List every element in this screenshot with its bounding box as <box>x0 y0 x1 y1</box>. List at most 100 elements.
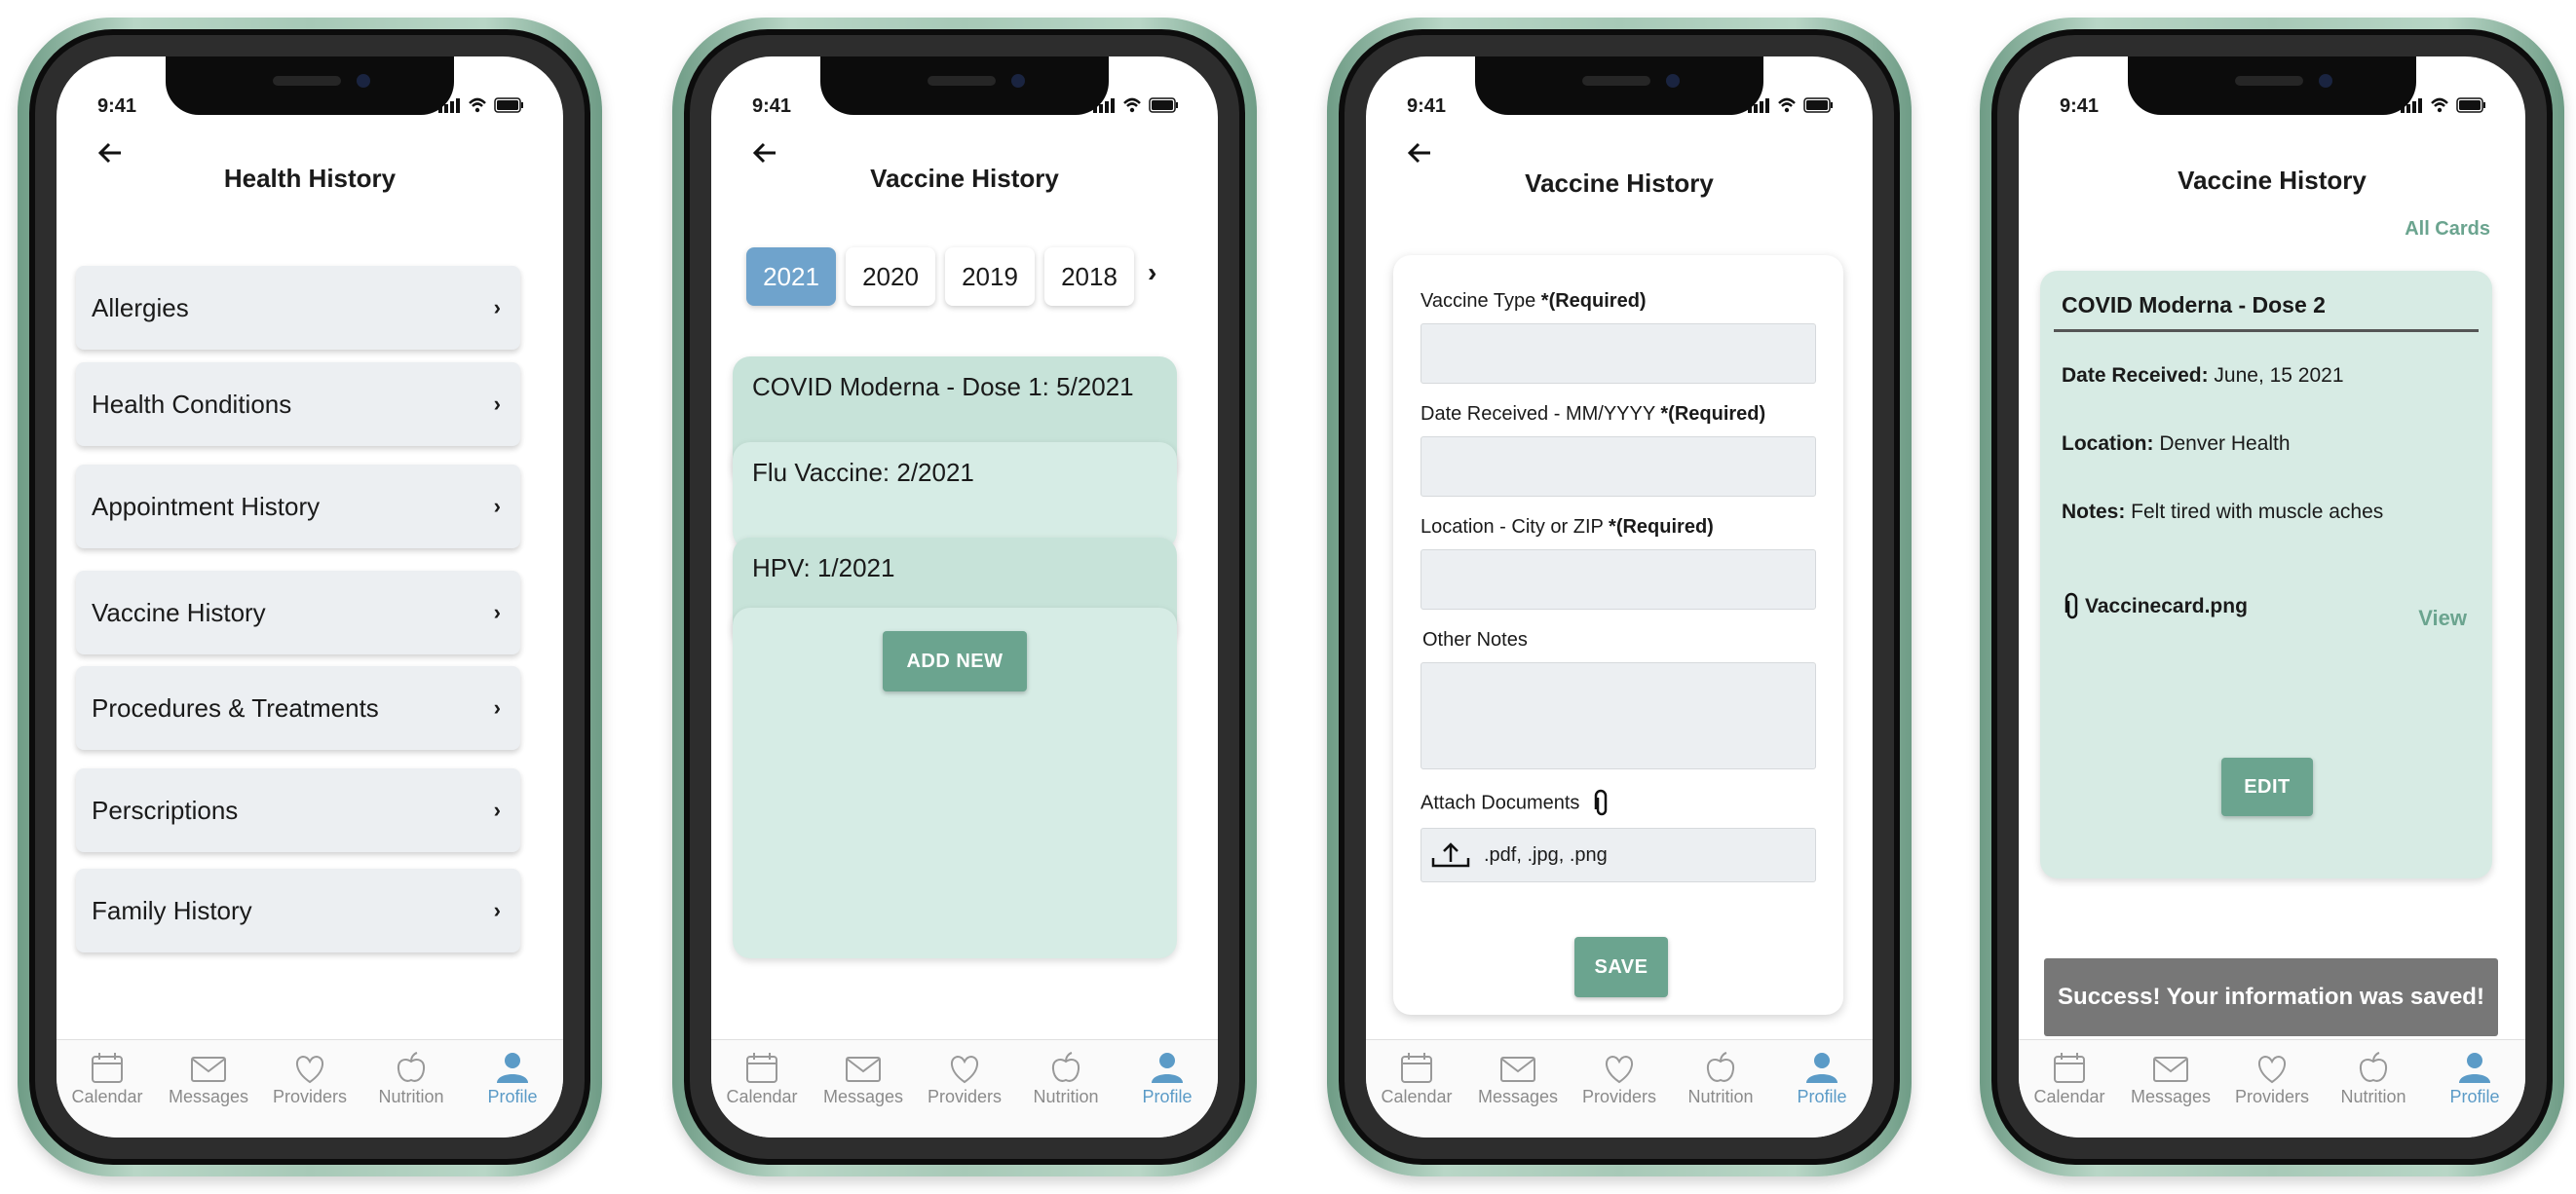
tab-profile[interactable]: Profile <box>2426 1040 2523 1138</box>
year-tab-2019[interactable]: 2019 <box>945 247 1035 306</box>
tab-providers[interactable]: Providers <box>261 1040 359 1138</box>
title-divider <box>2054 329 2479 332</box>
tab-nutrition[interactable]: Nutrition <box>2325 1040 2422 1138</box>
all-cards-link[interactable]: All Cards <box>2405 218 2490 241</box>
tab-label: Calendar <box>1381 1087 1453 1106</box>
status-time: 9:41 <box>97 95 137 117</box>
paperclip-icon <box>1594 789 1608 816</box>
menu-item-label: Health Conditions <box>92 389 292 419</box>
vaccine-card[interactable]: Flu Vaccine: 2/2021 <box>733 442 1177 549</box>
tab-label: Profile <box>487 1087 538 1106</box>
tab-label: Nutrition <box>378 1087 444 1106</box>
screen-health-history: 9:41 Health History Allergies › Health Co… <box>57 56 563 1138</box>
attach-documents-label: Attach Documents <box>1421 789 1612 818</box>
chevron-right-icon: › <box>493 392 501 416</box>
success-toast: Success! Your information was saved! <box>2044 958 2498 1036</box>
menu-item-health-conditions[interactable]: Health Conditions › <box>76 362 520 446</box>
tab-messages[interactable]: Messages <box>814 1040 912 1138</box>
phone-vaccine-form: 9:41 Vaccine History Vaccine Type *(Requ… <box>1327 18 1912 1176</box>
page-title: Vaccine History <box>870 164 1059 193</box>
phone-health-history: 9:41 Health History Allergies › Health Co… <box>18 18 602 1176</box>
tab-messages[interactable]: Messages <box>2122 1040 2219 1138</box>
phone-vaccine-list: 9:41 Vaccine History 2021 2020 2019 2018… <box>672 18 1257 1176</box>
attached-file: Vaccinecard.png <box>2062 592 2248 621</box>
tab-messages[interactable]: Messages <box>1469 1040 1567 1138</box>
tab-label: Providers <box>927 1087 1003 1106</box>
tab-providers[interactable]: Providers <box>2223 1040 2321 1138</box>
status-icons <box>1748 97 1833 113</box>
mail-icon <box>2153 1057 2188 1082</box>
date-received-input[interactable] <box>1421 436 1816 497</box>
location-label: Location - City or ZIP *(Required) <box>1421 516 1714 538</box>
location-input[interactable] <box>1421 549 1816 610</box>
tab-label: Calendar <box>2033 1087 2105 1106</box>
chevron-right-icon: › <box>493 695 501 720</box>
tab-profile[interactable]: Profile <box>1118 1040 1216 1138</box>
heart-icon <box>2258 1055 2286 1084</box>
page-title: Vaccine History <box>1525 168 1714 198</box>
apple-icon <box>2359 1052 2388 1082</box>
mail-icon <box>846 1057 881 1082</box>
tab-calendar[interactable]: Calendar <box>713 1040 811 1138</box>
tab-label: Messages <box>1477 1087 1559 1106</box>
calendar-icon <box>2054 1053 2085 1083</box>
menu-item-appointment-history[interactable]: Appointment History › <box>76 465 520 548</box>
tab-bar: Calendar Messages Providers Nutrition Pr… <box>57 1039 563 1138</box>
add-new-button[interactable]: ADD NEW <box>883 631 1027 691</box>
menu-item-allergies[interactable]: Allergies › <box>76 266 520 350</box>
apple-icon <box>1706 1052 1735 1082</box>
menu-item-procedures[interactable]: Procedures & Treatments › <box>76 666 520 750</box>
menu-item-family-history[interactable]: Family History › <box>76 869 520 952</box>
menu-item-label: Allergies <box>92 292 189 322</box>
save-button[interactable]: SAVE <box>1574 937 1668 997</box>
tab-nutrition[interactable]: Nutrition <box>362 1040 460 1138</box>
tab-providers[interactable]: Providers <box>1571 1040 1668 1138</box>
year-tab-2018[interactable]: 2018 <box>1044 247 1134 306</box>
notch <box>2128 56 2416 115</box>
tab-calendar[interactable]: Calendar <box>58 1040 156 1138</box>
apple-icon <box>397 1052 426 1082</box>
view-file-link[interactable]: View <box>2418 606 2467 631</box>
apple-icon <box>1051 1052 1080 1082</box>
tab-calendar[interactable]: Calendar <box>1368 1040 1465 1138</box>
date-received-label: Date Received - MM/YYYY *(Required) <box>1421 403 1766 425</box>
tab-label: Profile <box>1797 1087 1847 1106</box>
back-arrow-icon[interactable] <box>1403 136 1436 169</box>
menu-item-perscriptions[interactable]: Perscriptions › <box>76 768 520 852</box>
tab-label: Calendar <box>726 1087 798 1106</box>
chevron-right-icon: › <box>493 295 501 319</box>
tab-label: Providers <box>272 1087 348 1106</box>
tab-label: Nutrition <box>1687 1087 1754 1106</box>
tab-nutrition[interactable]: Nutrition <box>1017 1040 1115 1138</box>
paperclip-icon <box>2065 592 2078 619</box>
tab-bar: Calendar Messages Providers Nutrition Pr… <box>1366 1039 1873 1138</box>
detail-card-title: COVID Moderna - Dose 2 <box>2062 292 2326 317</box>
notch <box>1475 56 1763 115</box>
user-icon <box>1152 1053 1183 1083</box>
vaccine-type-input[interactable] <box>1421 323 1816 384</box>
year-tab-2021[interactable]: 2021 <box>746 247 836 306</box>
vaccine-card-title: Flu Vaccine: 2/2021 <box>752 458 974 487</box>
calendar-icon <box>746 1053 777 1083</box>
status-icons <box>1093 97 1178 113</box>
menu-item-vaccine-history[interactable]: Vaccine History › <box>76 571 520 654</box>
attach-documents-input[interactable]: .pdf, .jpg, .png <box>1421 828 1816 882</box>
chevron-right-icon[interactable]: › <box>1148 257 1156 288</box>
tab-profile[interactable]: Profile <box>464 1040 561 1138</box>
year-tab-2020[interactable]: 2020 <box>846 247 935 306</box>
status-time: 9:41 <box>1407 95 1447 117</box>
chevron-right-icon: › <box>493 600 501 624</box>
tab-profile[interactable]: Profile <box>1773 1040 1871 1138</box>
file-name: Vaccinecard.png <box>2085 595 2248 617</box>
user-icon <box>1806 1053 1837 1083</box>
menu-item-label: Perscriptions <box>92 795 239 825</box>
other-notes-input[interactable] <box>1421 662 1816 769</box>
tab-messages[interactable]: Messages <box>160 1040 257 1138</box>
screen-vaccine-form: 9:41 Vaccine History Vaccine Type *(Requ… <box>1366 56 1873 1138</box>
vaccine-type-label: Vaccine Type *(Required) <box>1421 290 1647 312</box>
chevron-right-icon: › <box>493 898 501 922</box>
edit-button[interactable]: EDIT <box>2221 758 2313 816</box>
tab-calendar[interactable]: Calendar <box>2021 1040 2118 1138</box>
tab-nutrition[interactable]: Nutrition <box>1672 1040 1769 1138</box>
tab-providers[interactable]: Providers <box>916 1040 1013 1138</box>
